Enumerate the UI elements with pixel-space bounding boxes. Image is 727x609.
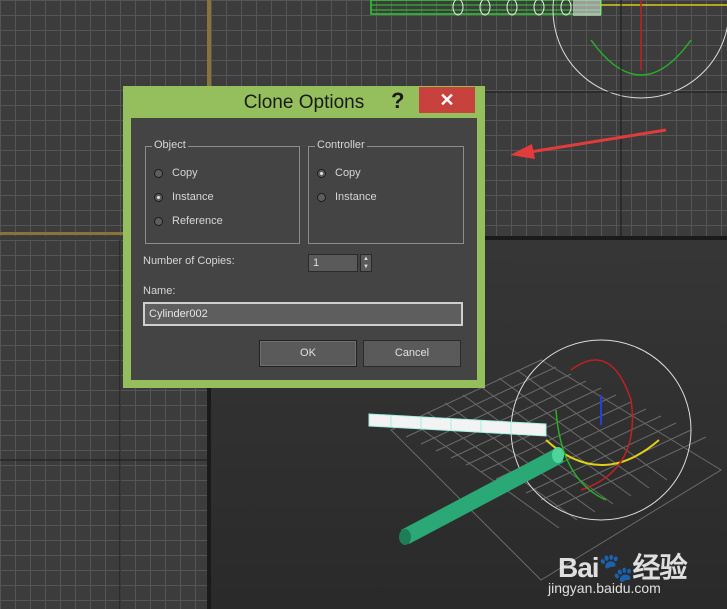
clone-options-dialog: Clone Options ? ✕ Object Copy Instance R… bbox=[123, 86, 485, 388]
annotation-arrow bbox=[510, 128, 667, 159]
spinner-down-icon[interactable]: ▼ bbox=[363, 264, 369, 270]
object-reference-radio[interactable]: Reference bbox=[154, 215, 223, 227]
ok-button[interactable]: OK bbox=[259, 340, 357, 367]
radio-indicator[interactable] bbox=[154, 192, 163, 202]
dialog-titlebar[interactable]: Clone Options ? ✕ bbox=[123, 86, 485, 116]
object-copy-radio[interactable]: Copy bbox=[154, 167, 198, 179]
radio-indicator[interactable] bbox=[317, 192, 326, 202]
radio-label: Reference bbox=[172, 215, 223, 227]
controller-instance-radio[interactable]: Instance bbox=[317, 191, 377, 203]
watermark-logo-suffix: 经验 bbox=[632, 552, 687, 583]
radio-label: Instance bbox=[335, 191, 377, 203]
object-group: Object Copy Instance Reference bbox=[145, 139, 300, 244]
name-input[interactable] bbox=[143, 302, 463, 326]
radio-indicator[interactable] bbox=[317, 168, 326, 178]
controller-copy-radio[interactable]: Copy bbox=[317, 167, 361, 179]
controller-group-title: Controller bbox=[315, 139, 367, 151]
watermark-logo-text: Bai bbox=[558, 552, 600, 583]
copies-spinner[interactable]: ▲ ▼ bbox=[360, 254, 372, 272]
dialog-body: Object Copy Instance Reference Controlle… bbox=[131, 118, 477, 380]
controller-group: Controller Copy Instance bbox=[308, 139, 464, 244]
paw-icon: 🐾 bbox=[598, 552, 634, 583]
radio-label: Instance bbox=[172, 191, 214, 203]
close-button[interactable]: ✕ bbox=[419, 87, 475, 113]
radio-label: Copy bbox=[335, 167, 361, 179]
object-instance-radio[interactable]: Instance bbox=[154, 191, 214, 203]
help-button[interactable]: ? bbox=[391, 88, 404, 114]
name-label: Name: bbox=[143, 285, 176, 297]
radio-indicator[interactable] bbox=[154, 216, 163, 226]
copies-input[interactable] bbox=[308, 254, 358, 272]
copies-label: Number of Copies: bbox=[143, 255, 235, 267]
radio-indicator[interactable] bbox=[154, 168, 163, 178]
cancel-button[interactable]: Cancel bbox=[363, 340, 461, 367]
baidu-watermark-url: jingyan.baidu.com bbox=[548, 580, 661, 596]
close-icon: ✕ bbox=[439, 90, 455, 110]
radio-label: Copy bbox=[172, 167, 198, 179]
object-group-title: Object bbox=[152, 139, 188, 151]
spinner-up-icon[interactable]: ▲ bbox=[363, 256, 369, 262]
